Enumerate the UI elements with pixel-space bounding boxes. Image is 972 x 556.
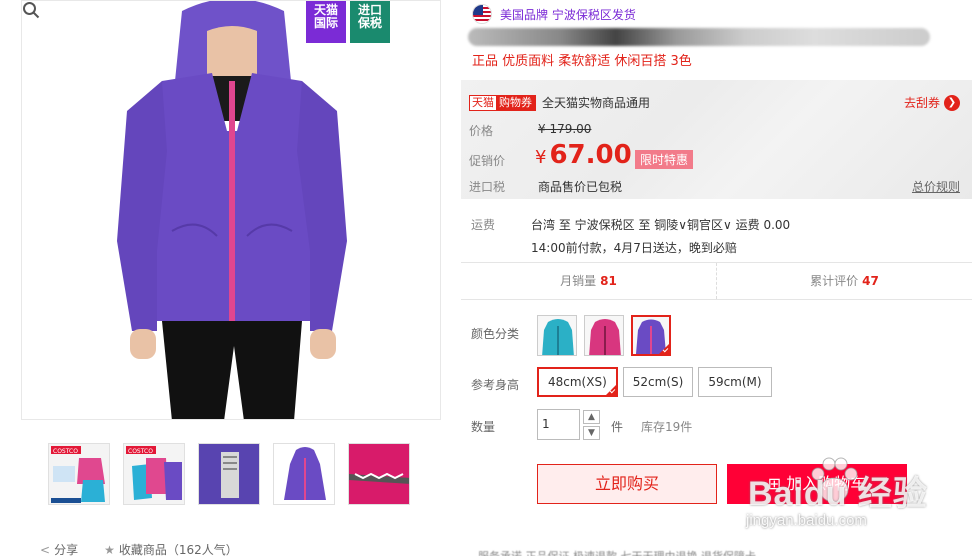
- share-link[interactable]: < 分享: [40, 541, 78, 556]
- color-swatches: [537, 315, 671, 356]
- quantity-label: 数量: [471, 420, 496, 434]
- thumbnail-2[interactable]: COSTCO: [123, 443, 185, 505]
- total-reviews[interactable]: 累计评价 47: [716, 263, 972, 299]
- monthly-sales: 月销量 81: [461, 263, 716, 299]
- quantity-step-buttons: ▲ ▼: [583, 409, 600, 440]
- size-option-xs-selected[interactable]: 48cm(XS): [537, 367, 618, 397]
- limited-offer-badge: 限时特惠: [635, 150, 694, 169]
- buy-now-button[interactable]: 立即购买: [537, 464, 717, 504]
- thumbnail-4[interactable]: [273, 443, 335, 505]
- total-reviews-value: 47: [862, 274, 879, 288]
- tag-line-2: 保税: [357, 16, 382, 30]
- monthly-sales-value: 81: [600, 274, 617, 288]
- coupon-row: 天猫 购物券 全天猫实物商品通用: [469, 94, 650, 111]
- service-promises-row: 服务承诺 正品保证 极速退款 七天无理由退换 退货保障卡 ...: [478, 548, 958, 556]
- product-subtitle: 正品 优质面料 柔软舒适 休闲百搭 3色: [472, 54, 692, 69]
- delivery-promise: 14:00前付款，4月7日送达，晚到必赔: [531, 241, 737, 255]
- share-icon: <: [40, 543, 51, 556]
- promo-price-value: 67.00: [549, 140, 632, 170]
- coupon-badge: 天猫 购物券: [469, 94, 536, 111]
- import-tax-label: 进口税: [469, 180, 506, 194]
- tag-line-2: 国际: [313, 16, 338, 30]
- share-favorite-row: < 分享 ★ 收藏商品（162人气）: [40, 541, 238, 556]
- total-reviews-label: 累计评价: [810, 274, 859, 288]
- share-label: 分享: [54, 543, 79, 556]
- add-to-cart-label: 加入购物车: [786, 474, 867, 493]
- decrease-button[interactable]: ▼: [583, 425, 600, 440]
- price-panel: 天猫 购物券 全天猫实物商品通用 去刮券 ❯ 价格 ¥ 179.00 促销价 ¥…: [461, 80, 972, 199]
- coupon-text: 全天猫实物商品通用: [542, 96, 651, 110]
- selected-check-icon: [658, 343, 669, 354]
- size-options: 48cm(XS) 52cm(S) 59cm(M): [537, 367, 772, 397]
- thumbnail-1[interactable]: COSTCO: [48, 443, 110, 505]
- thumbnail-strip: COSTCO COSTCO: [48, 443, 410, 505]
- us-flag-icon: [472, 4, 492, 24]
- hoodie-photo: [22, 1, 440, 419]
- original-price: ¥ 179.00: [538, 122, 592, 136]
- height-label: 参考身高: [471, 378, 520, 392]
- selected-check-icon: [604, 384, 617, 396]
- color-option-teal[interactable]: [537, 315, 577, 356]
- cart-icon: ⊞: [767, 474, 787, 493]
- favorite-count: （162人气）: [166, 543, 238, 556]
- size-option-m[interactable]: 59cm(M): [698, 367, 772, 397]
- increase-button[interactable]: ▲: [583, 409, 600, 424]
- coupon-badge-voucher: 购物券: [496, 95, 535, 110]
- currency-symbol: ¥: [535, 147, 547, 168]
- color-label: 颜色分类: [471, 327, 520, 341]
- thumbnail-5[interactable]: [348, 443, 410, 505]
- costco-logo-1: COSTCO: [53, 448, 78, 455]
- coupon-badge-tmall: 天猫: [470, 95, 496, 110]
- size-option-s[interactable]: 52cm(S): [622, 367, 694, 397]
- product-title-blurred: [468, 28, 930, 46]
- tmall-global-tag: 天猫 国际: [306, 1, 346, 43]
- star-icon: ★: [104, 543, 115, 556]
- bonded-import-tag: 进口 保税: [350, 1, 390, 43]
- thumbnail-3[interactable]: [198, 443, 260, 505]
- brand-origin-text[interactable]: 美国品牌 宁波保税区发货: [500, 6, 636, 23]
- color-option-purple-selected[interactable]: [631, 315, 671, 356]
- import-tax-value: 商品售价已包税: [538, 180, 623, 194]
- quantity-input[interactable]: 1: [537, 409, 580, 440]
- color-option-pink[interactable]: [584, 315, 624, 356]
- promo-price-label: 促销价: [469, 154, 506, 168]
- promo-price: ¥ 67.00: [535, 140, 632, 170]
- zoom-icon[interactable]: [22, 1, 40, 19]
- price-label: 价格: [469, 124, 494, 138]
- stock-count: 库存19件: [641, 420, 693, 434]
- arrow-right-icon: ❯: [944, 94, 960, 111]
- costco-logo-2: COSTCO: [128, 448, 153, 455]
- quantity-stepper: 1 ▲ ▼: [537, 409, 600, 440]
- total-price-rules-link[interactable]: 总价规则: [912, 178, 960, 195]
- size-option-label: 48cm(XS): [548, 375, 607, 389]
- sales-stats: 月销量 81 累计评价 47: [461, 262, 972, 300]
- get-coupon-label: 去刮券: [903, 96, 940, 110]
- favorite-label: 收藏商品: [118, 543, 167, 556]
- get-coupon-link[interactable]: 去刮券 ❯: [904, 94, 960, 111]
- brand-row: 美国品牌 宁波保税区发货: [472, 4, 636, 24]
- size-option-label: 59cm(M): [708, 375, 762, 389]
- main-product-image[interactable]: 天猫 国际 进口 保税: [21, 0, 441, 420]
- shipping-label: 运费: [471, 218, 496, 232]
- monthly-sales-label: 月销量: [560, 274, 597, 288]
- size-option-label: 52cm(S): [632, 375, 684, 389]
- watermark-url: jingyan.baidu.com: [746, 512, 867, 529]
- add-to-cart-button[interactable]: ⊞ 加入购物车: [727, 464, 907, 504]
- shipping-route[interactable]: 台湾 至 宁波保税区 至 铜陵∨铜官区∨ 运费 0.00: [531, 216, 790, 233]
- quantity-unit: 件: [611, 420, 624, 434]
- favorite-link[interactable]: ★ 收藏商品（162人气）: [104, 541, 238, 556]
